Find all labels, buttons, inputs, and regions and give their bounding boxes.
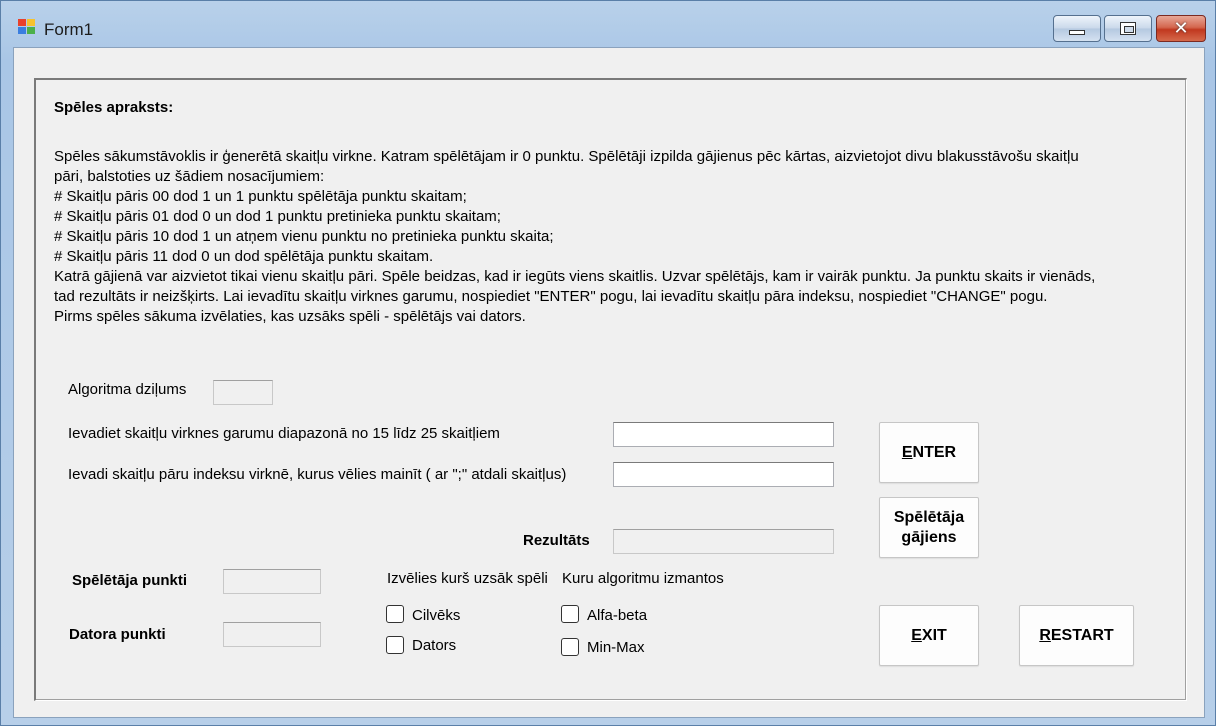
- description-heading: Spēles apraksts:: [54, 99, 174, 116]
- computer-checkbox-label[interactable]: Dators: [412, 637, 456, 654]
- exit-mnemonic: E: [911, 626, 922, 644]
- description-line: # Skaitļu pāris 00 dod 1 un 1 punktu spē…: [54, 188, 467, 205]
- description-line: Pirms spēles sākuma izvēlaties, kas uzsā…: [54, 308, 526, 325]
- description-line: # Skaitļu pāris 10 dod 1 un atņem vienu …: [54, 228, 554, 245]
- description-line: Spēles sākumstāvoklis ir ģenerētā skaitļ…: [54, 148, 1079, 165]
- computer-points-field: [223, 622, 321, 647]
- close-button[interactable]: ✕: [1156, 15, 1206, 42]
- window-title: Form1: [44, 20, 94, 39]
- description-line: pāri, balstoties uz šādiem nosacījumiem:: [54, 168, 325, 185]
- restart-button[interactable]: RESTART: [1019, 605, 1134, 666]
- description-line: # Skaitļu pāris 11 dod 0 un dod spēlētāj…: [54, 248, 434, 265]
- pair-index-input[interactable]: [613, 462, 834, 487]
- exit-label: XIT: [921, 626, 947, 644]
- sequence-length-label: Ievadiet skaitļu virknes garumu diapazon…: [68, 425, 500, 442]
- minmax-checkbox[interactable]: [561, 638, 579, 656]
- maximize-icon: [1120, 22, 1136, 35]
- alphabeta-checkbox-label[interactable]: Alfa-beta: [587, 607, 647, 624]
- enter-button[interactable]: ENTER: [879, 422, 979, 483]
- computer-checkbox[interactable]: [386, 636, 404, 654]
- result-label: Rezultāts: [523, 532, 590, 549]
- description-line: # Skaitļu pāris 01 dod 0 un dod 1 punktu…: [54, 208, 501, 225]
- algorithm-group-label: Kuru algoritmu izmantos: [562, 570, 724, 587]
- enter-mnemonic: E: [901, 443, 913, 461]
- player-move-line2: gājiens: [901, 528, 957, 546]
- restart-label: ESTART: [1050, 626, 1114, 644]
- depth-label: Algoritma dziļums: [68, 381, 187, 398]
- player-points-field: [223, 569, 321, 594]
- pair-index-label: Ievadi skaitļu pāru indeksu virknē, kuru…: [68, 466, 567, 483]
- maximize-button[interactable]: [1104, 15, 1152, 42]
- close-icon: ✕: [1173, 18, 1189, 39]
- sequence-length-input[interactable]: [613, 422, 834, 447]
- human-checkbox[interactable]: [386, 605, 404, 623]
- computer-points-label: Datora punkti: [69, 626, 166, 643]
- exit-button[interactable]: EXIT: [879, 605, 979, 666]
- depth-field[interactable]: [213, 380, 273, 405]
- restart-mnemonic: R: [1039, 626, 1051, 644]
- minimize-button[interactable]: [1053, 15, 1101, 42]
- description-line: tad rezultāts ir neizšķirts. Lai ievadīt…: [54, 288, 1048, 305]
- app-window: Form1 ✕ Spēles apraksts: Spēles sākumstā…: [0, 0, 1216, 726]
- starter-group-label: Izvēlies kurš uzsāk spēli: [387, 570, 548, 587]
- minmax-checkbox-label[interactable]: Min-Max: [587, 639, 645, 656]
- title-bar[interactable]: Form1 ✕: [1, 1, 1215, 45]
- player-move-line1: Spēlētāja: [893, 508, 965, 526]
- enter-label: NTER: [912, 443, 957, 461]
- player-move-button[interactable]: Spēlētāja gājiens: [879, 497, 979, 558]
- player-points-label: Spēlētāja punkti: [72, 572, 188, 589]
- human-checkbox-label[interactable]: Cilvēks: [412, 607, 460, 624]
- description-text: Spēles sākumstāvoklis ir ģenerētā skaitļ…: [54, 147, 1124, 327]
- result-field: [613, 529, 834, 554]
- app-icon: [18, 19, 36, 35]
- minimize-icon: [1069, 30, 1085, 35]
- description-line: Katrā gājienā var aizvietot tikai vienu …: [54, 268, 1096, 285]
- alphabeta-checkbox[interactable]: [561, 605, 579, 623]
